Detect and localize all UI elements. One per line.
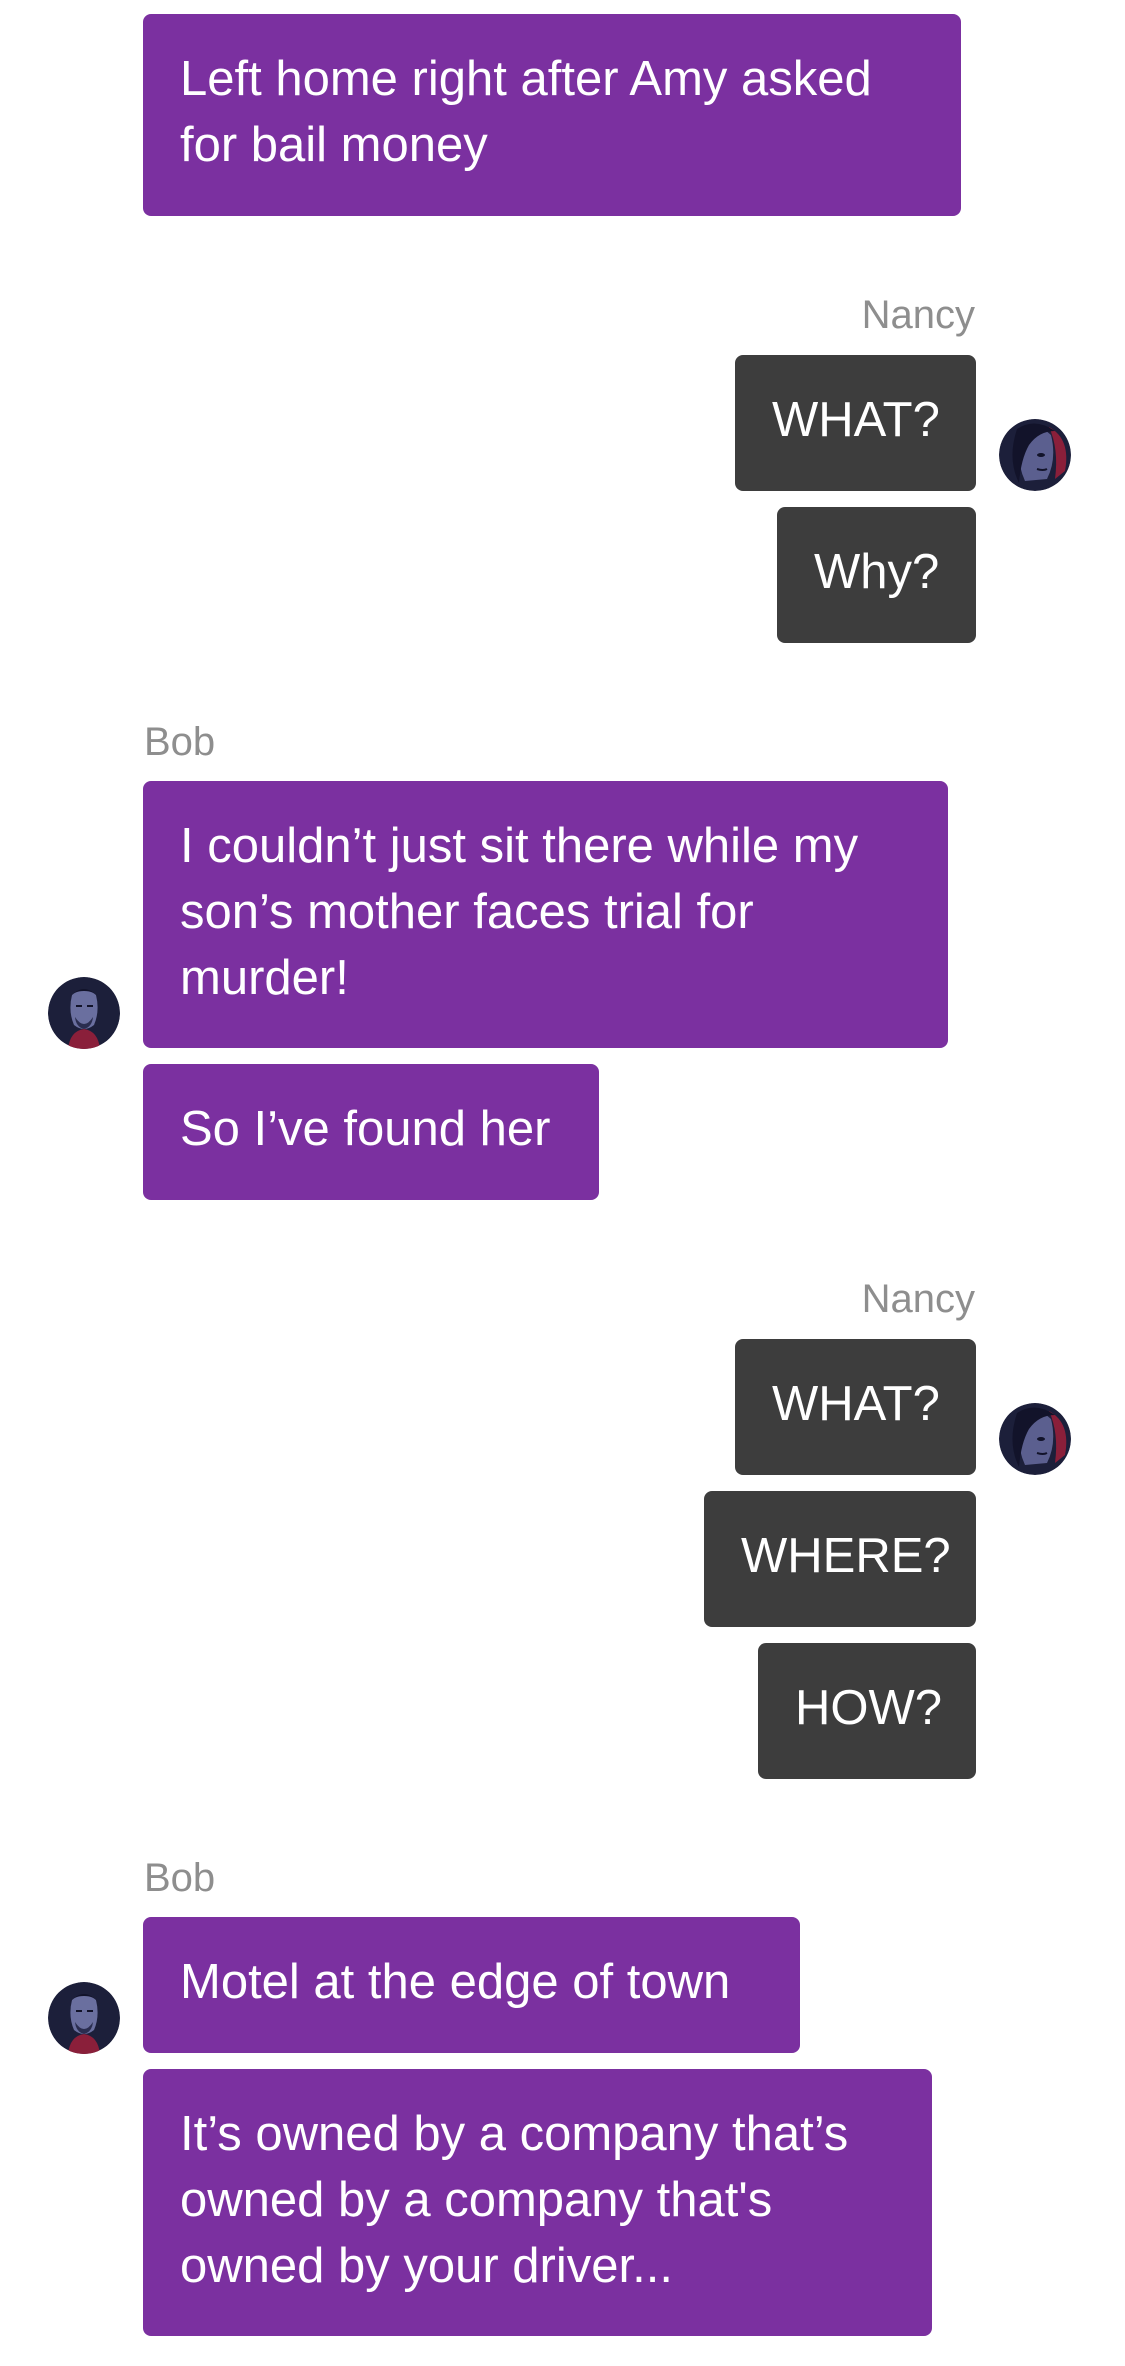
- message-bubble-bob[interactable]: It’s owned by a company that’s owned by …: [143, 2069, 932, 2336]
- sender-name-bob: Bob: [144, 720, 216, 764]
- message-bubble-bob[interactable]: So I’ve found her: [143, 1064, 599, 1200]
- message-bubble-bob[interactable]: Motel at the edge of town: [143, 1917, 800, 2053]
- sender-name-bob: Bob: [144, 1856, 216, 1900]
- bob-avatar-icon[interactable]: [48, 1982, 120, 2054]
- sender-name-nancy: Nancy: [861, 1277, 975, 1321]
- bob-avatar-icon[interactable]: [48, 977, 120, 1049]
- message-bubble-nancy[interactable]: WHERE?: [704, 1491, 976, 1627]
- message-bubble-bob[interactable]: Left home right after Amy asked for bail…: [143, 14, 961, 216]
- nancy-avatar-icon[interactable]: [999, 419, 1071, 491]
- message-bubble-nancy[interactable]: WHAT?: [735, 355, 976, 491]
- sender-name-nancy: Nancy: [861, 293, 975, 337]
- message-bubble-nancy[interactable]: Why?: [777, 507, 976, 643]
- message-bubble-nancy[interactable]: HOW?: [758, 1643, 976, 1779]
- message-bubble-bob[interactable]: I couldn’t just sit there while my son’s…: [143, 781, 948, 1048]
- message-bubble-nancy[interactable]: WHAT?: [735, 1339, 976, 1475]
- nancy-avatar-icon[interactable]: [999, 1403, 1071, 1475]
